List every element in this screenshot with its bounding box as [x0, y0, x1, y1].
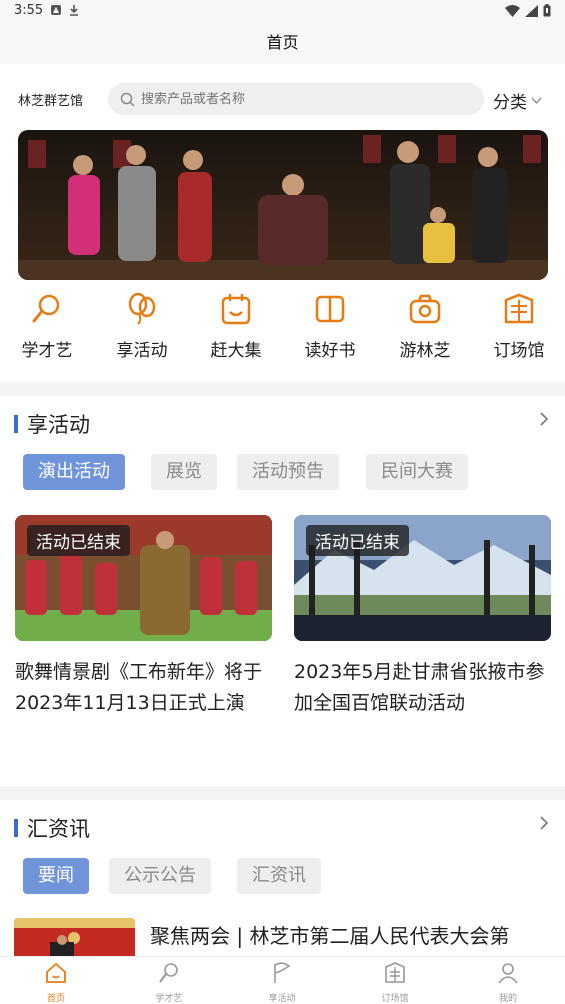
section-title: 享活动 [27, 413, 90, 437]
microphone-icon [32, 294, 60, 323]
quick-entry-activity[interactable]: 享活动 [102, 292, 182, 361]
tab-label: 学才艺 [155, 994, 183, 1004]
section-accent-bar [14, 415, 18, 433]
tab-preview[interactable]: 活动预告 [237, 454, 339, 490]
chevron-down-icon [531, 97, 542, 104]
quick-entry-venue[interactable]: 订场馆 [479, 292, 559, 361]
category-label: 分类 [493, 93, 527, 113]
market-bag-icon [221, 294, 251, 325]
download-icon [70, 5, 78, 16]
news-item-title[interactable]: 聚焦两会 | 林芝市第二届人民代表大会第 [150, 920, 560, 949]
balloon-icon [128, 292, 156, 325]
book-icon [315, 295, 345, 323]
quick-entry-travel[interactable]: 游林芝 [385, 292, 465, 361]
quick-entry-learn[interactable]: 学才艺 [7, 292, 87, 361]
tab-venue[interactable]: 订场馆 [360, 961, 430, 1004]
status-badge: 活动已结束 [27, 525, 130, 556]
battery-icon [543, 4, 551, 17]
tab-label: 首页 [46, 994, 65, 1004]
activity-title: 2023年5月赴甘肃省张掖市参加全国百馆联动活动 [294, 661, 545, 714]
activity-title: 歌舞情景剧《工布新年》将于2023年11月13日正式上演 [15, 661, 263, 714]
tab-home[interactable]: 首页 [21, 961, 91, 1004]
quick-entry-label: 赶大集 [210, 341, 262, 361]
home-icon [46, 962, 66, 983]
microphone-icon [159, 963, 178, 983]
activities-more-button[interactable] [539, 411, 549, 432]
banner-image [18, 130, 548, 280]
tab-performance[interactable]: 演出活动 [23, 454, 125, 490]
page-title: 首页 [0, 24, 565, 64]
activity-card[interactable]: 活动已结束 2023年5月赴甘肃省张掖市参加全国百馆联动活动 [294, 515, 551, 719]
search-bar[interactable] [108, 83, 484, 115]
flag-icon [274, 962, 291, 983]
news-image [14, 918, 135, 958]
tab-announcements[interactable]: 公示公告 [109, 858, 211, 894]
quick-entry-label: 读好书 [304, 341, 356, 361]
quick-entry-market[interactable]: 赶大集 [196, 292, 276, 361]
tab-learn[interactable]: 学才艺 [134, 961, 204, 1004]
venue-icon [504, 293, 534, 324]
camera-icon [409, 294, 441, 324]
bottom-tab-bar: 首页 学才艺 享活动 订场馆 我的 [0, 956, 565, 1004]
status-badge: 活动已结束 [306, 525, 409, 556]
quick-entry-read[interactable]: 读好书 [290, 292, 370, 361]
tab-label: 我的 [498, 994, 517, 1004]
status-bar: 3:55 [0, 0, 565, 24]
wifi-icon [505, 4, 520, 17]
quick-entry-label: 游林芝 [399, 341, 451, 361]
tab-exhibition[interactable]: 展览 [151, 454, 217, 490]
search-input[interactable] [141, 91, 461, 107]
status-time: 3:55 [14, 3, 44, 18]
chevron-right-icon [540, 816, 549, 830]
quick-entry-label: 学才艺 [21, 341, 73, 361]
section-header-activities: 享活动 [14, 409, 90, 439]
banner-carousel[interactable] [18, 130, 548, 280]
signal-icon [525, 4, 538, 17]
tab-folk-contest[interactable]: 民间大赛 [366, 454, 468, 490]
section-title: 汇资讯 [27, 817, 90, 841]
news-thumbnail[interactable] [14, 918, 135, 958]
tab-news[interactable]: 汇资讯 [237, 858, 321, 894]
tab-headlines[interactable]: 要闻 [23, 858, 89, 894]
tab-activity[interactable]: 享活动 [247, 961, 317, 1004]
section-header-news: 汇资讯 [14, 813, 90, 843]
user-icon [498, 963, 518, 984]
news-more-button[interactable] [539, 815, 549, 836]
tab-label: 享活动 [268, 994, 296, 1004]
venue-icon [385, 962, 405, 983]
tab-mine[interactable]: 我的 [473, 961, 543, 1004]
section-accent-bar [14, 819, 18, 837]
activity-card[interactable]: 活动已结束 歌舞情景剧《工布新年》将于2023年11月13日正式上演 [15, 515, 272, 719]
chevron-right-icon [540, 412, 549, 426]
category-button[interactable]: 分类 [493, 88, 542, 113]
brand-name: 林芝群艺馆 [18, 94, 84, 109]
tab-label: 订场馆 [381, 994, 409, 1004]
notification-icon [51, 5, 61, 15]
quick-entry-grid: 学才艺 享活动 赶大集 读好书 游林芝 订场馆 [0, 292, 565, 372]
search-icon [120, 92, 135, 107]
quick-entry-label: 订场馆 [493, 341, 545, 361]
quick-entry-label: 享活动 [116, 341, 168, 361]
